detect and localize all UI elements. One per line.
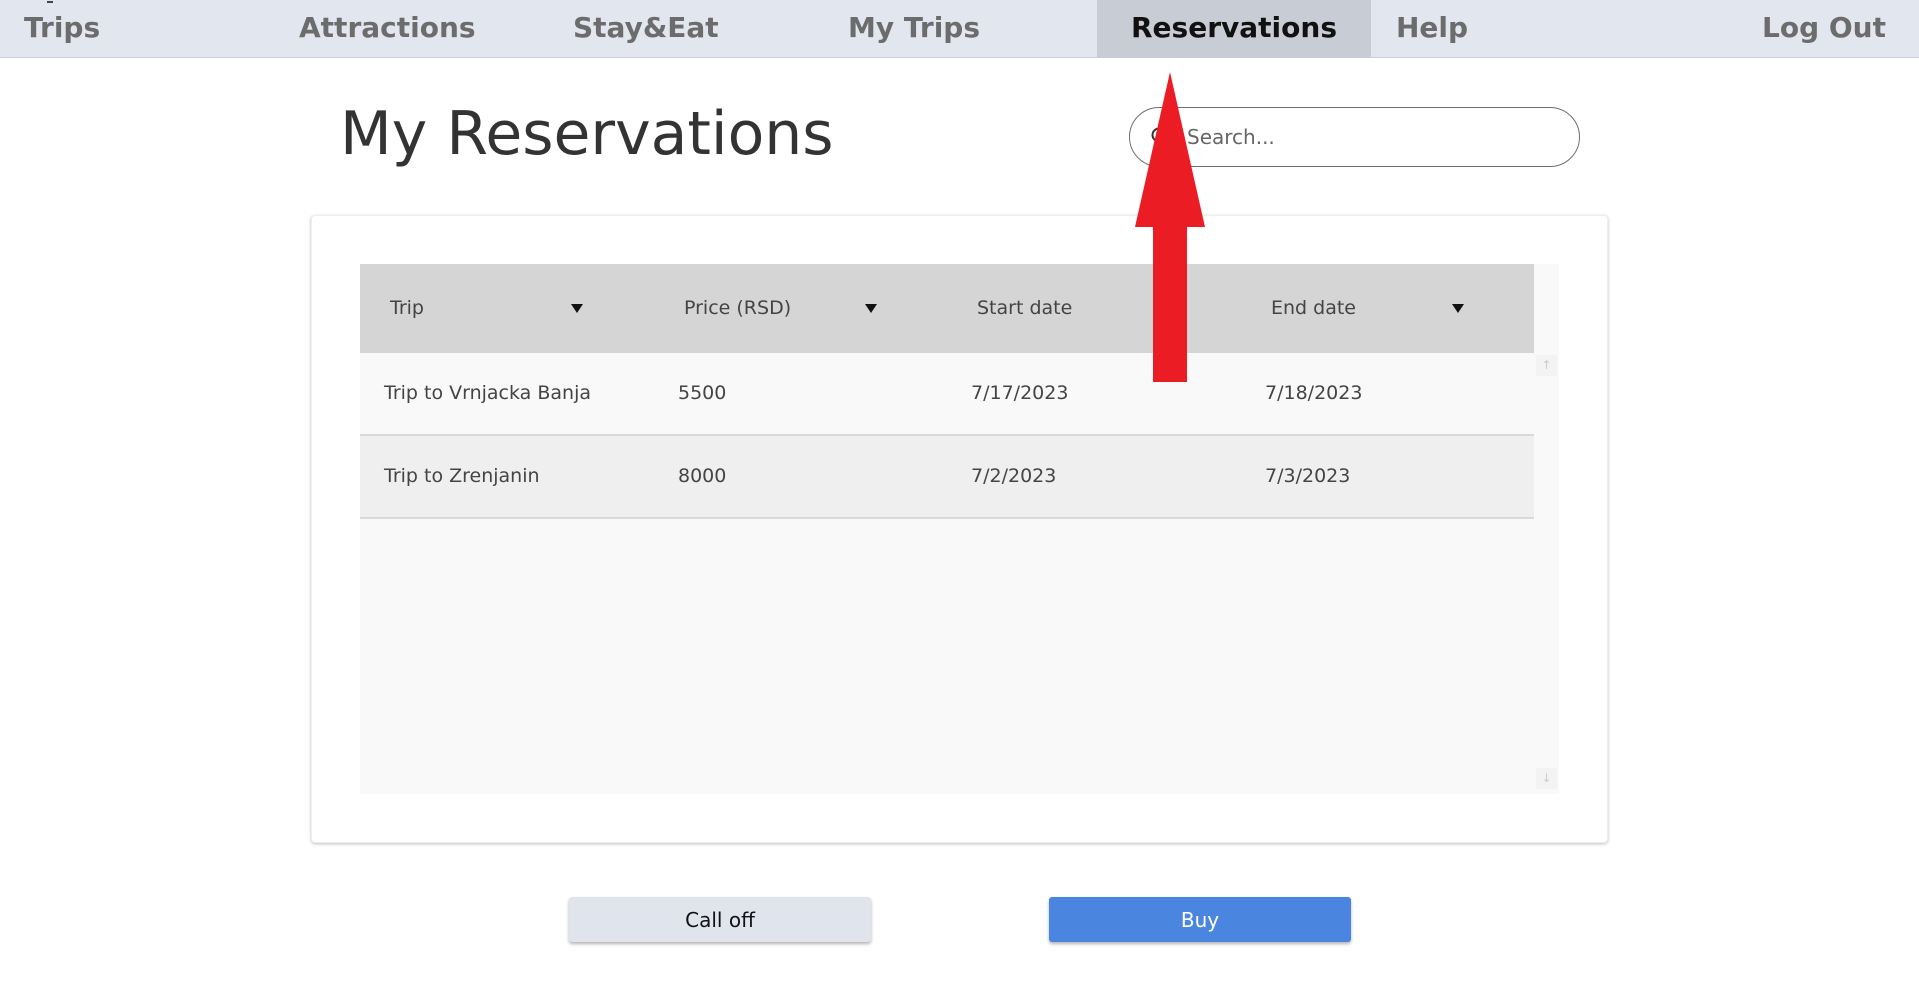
nav-item-stay-eat[interactable]: Stay&Eat <box>573 0 719 58</box>
top-nav: Trips Attractions Stay&Eat My Trips Rese… <box>0 0 1919 58</box>
cell-end-date: 7/18/2023 <box>1265 382 1363 404</box>
table-scrollbar[interactable]: ↑ ↓ <box>1534 353 1559 794</box>
column-header-trip[interactable]: Trip <box>390 264 424 353</box>
sort-down-triangle-icon[interactable] <box>571 304 583 313</box>
nav-item-attractions[interactable]: Attractions <box>299 0 476 58</box>
reservations-card: Trip Price (RSD) Start date End date Tri… <box>311 215 1608 843</box>
annotation-arrow-icon <box>1135 72 1205 382</box>
cell-trip: Trip to Zrenjanin <box>384 465 540 487</box>
table-header: Trip Price (RSD) Start date End date <box>360 264 1534 353</box>
cell-trip: Trip to Vrnjacka Banja <box>384 382 591 404</box>
table-row[interactable]: Trip to Vrnjacka Banja 5500 7/17/2023 7/… <box>360 353 1534 436</box>
nav-item-help[interactable]: Help <box>1396 0 1468 58</box>
search-input[interactable] <box>1185 118 1555 156</box>
cell-end-date: 7/3/2023 <box>1265 465 1351 487</box>
table-row[interactable]: Trip to Zrenjanin 8000 7/2/2023 7/3/2023 <box>360 436 1534 519</box>
sort-down-triangle-icon[interactable] <box>1452 304 1464 313</box>
cell-price: 5500 <box>678 382 727 404</box>
nav-item-reservations[interactable]: Reservations <box>1097 0 1371 58</box>
buy-button[interactable]: Buy <box>1049 897 1351 942</box>
column-header-start-date[interactable]: Start date <box>977 264 1072 353</box>
cell-price: 8000 <box>678 465 727 487</box>
cell-start-date: 7/17/2023 <box>971 382 1069 404</box>
scroll-down-arrow-icon[interactable]: ↓ <box>1536 768 1557 789</box>
scroll-up-arrow-icon[interactable]: ↑ <box>1536 355 1557 376</box>
sort-down-triangle-icon[interactable] <box>865 304 877 313</box>
cell-start-date: 7/2/2023 <box>971 465 1057 487</box>
nav-item-my-trips[interactable]: My Trips <box>848 0 980 58</box>
page-title: My Reservations <box>340 99 834 169</box>
call-off-button[interactable]: Call off <box>569 897 871 942</box>
column-header-price[interactable]: Price (RSD) <box>684 264 791 353</box>
nav-item-log-out[interactable]: Log Out <box>1762 0 1886 58</box>
nav-item-trips[interactable]: Trips <box>24 0 100 58</box>
reservations-table: Trip Price (RSD) Start date End date Tri… <box>360 264 1559 794</box>
column-header-end-date[interactable]: End date <box>1271 264 1356 353</box>
